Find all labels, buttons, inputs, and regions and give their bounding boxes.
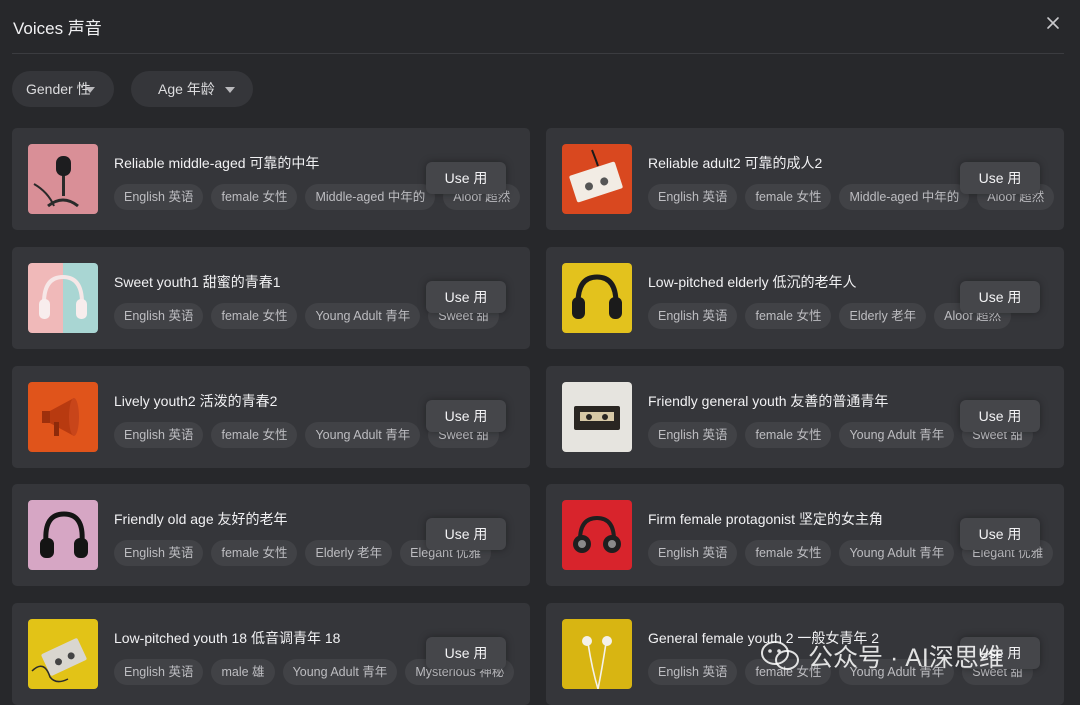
voice-card: Low-pitched youth 18 低音调青年 18 English 英语… bbox=[12, 603, 530, 705]
chevron-down-icon bbox=[224, 86, 235, 93]
headphones-image bbox=[562, 500, 632, 570]
voice-card: Friendly old age 友好的老年 English 英语 female… bbox=[12, 484, 530, 586]
headphones-image bbox=[562, 263, 632, 333]
voice-card: Sweet youth1 甜蜜的青春1 English 英语 female 女性… bbox=[12, 247, 530, 349]
microphone-image bbox=[28, 144, 98, 214]
voice-name: Sweet youth1 甜蜜的青春1 bbox=[114, 274, 281, 290]
voice-tag: English 英语 bbox=[648, 659, 738, 685]
voice-tag: female 女性 bbox=[745, 303, 832, 329]
voice-tag: English 英语 bbox=[648, 303, 738, 329]
voice-name: Friendly old age 友好的老年 bbox=[114, 511, 288, 527]
cassette-image bbox=[562, 382, 632, 452]
voice-tag: English 英语 bbox=[114, 540, 204, 566]
voice-tag: Middle-aged 中年的 bbox=[305, 184, 436, 210]
use-voice-button[interactable]: Use 用 bbox=[426, 637, 506, 669]
use-voice-button[interactable]: Use 用 bbox=[426, 162, 506, 194]
voice-name: Friendly general youth 友善的普通青年 bbox=[648, 393, 889, 409]
voice-tags: English 英语 female 女性 Elderly 老年 Aloof 超然 bbox=[648, 303, 1012, 329]
voice-tag: female 女性 bbox=[211, 303, 298, 329]
use-voice-button[interactable]: Use 用 bbox=[960, 518, 1040, 550]
header-divider bbox=[12, 53, 1064, 54]
chevron-down-icon bbox=[84, 86, 95, 93]
cassette-image bbox=[28, 619, 98, 689]
voice-tag: English 英语 bbox=[648, 184, 738, 210]
voice-tag: Elderly 老年 bbox=[839, 303, 927, 329]
voice-tag: English 英语 bbox=[114, 659, 204, 685]
wechat-icon bbox=[760, 640, 802, 677]
voice-card: Reliable adult2 可靠的成人2 English 英语 female… bbox=[546, 128, 1064, 230]
voice-name: Low-pitched elderly 低沉的老年人 bbox=[648, 274, 857, 290]
voice-card: Reliable middle-aged 可靠的中年 English 英语 fe… bbox=[12, 128, 530, 230]
use-voice-button[interactable]: Use 用 bbox=[960, 281, 1040, 313]
gender-filter-label: Gender 性 bbox=[26, 81, 91, 97]
close-icon[interactable] bbox=[1044, 14, 1062, 32]
voice-name: Reliable middle-aged 可靠的中年 bbox=[114, 155, 320, 171]
use-voice-button[interactable]: Use 用 bbox=[960, 162, 1040, 194]
voice-card: Friendly general youth 友善的普通青年 English 英… bbox=[546, 366, 1064, 468]
voice-name: Lively youth2 活泼的青春2 bbox=[114, 393, 278, 409]
use-voice-button[interactable]: Use 用 bbox=[426, 281, 506, 313]
voice-tag: English 英语 bbox=[114, 422, 204, 448]
voice-name: Reliable adult2 可靠的成人2 bbox=[648, 155, 823, 171]
dialog-header: Voices 声音 bbox=[0, 0, 1080, 52]
headphones-image bbox=[28, 263, 98, 333]
voice-tag: female 女性 bbox=[745, 422, 832, 448]
voice-tag: female 女性 bbox=[211, 184, 298, 210]
megaphone-image bbox=[28, 382, 98, 452]
voice-tag: male 雄 bbox=[211, 659, 275, 685]
earphones-image bbox=[562, 619, 632, 689]
voice-tag: female 女性 bbox=[745, 184, 832, 210]
voice-tag: female 女性 bbox=[211, 422, 298, 448]
voice-tag: Young Adult 青年 bbox=[305, 303, 421, 329]
watermark: 公众号 · AI深思维 bbox=[760, 636, 1060, 676]
voice-tag: Elderly 老年 bbox=[305, 540, 393, 566]
voice-tag: Young Adult 青年 bbox=[305, 422, 421, 448]
voice-tag: English 英语 bbox=[114, 184, 204, 210]
voice-card: Firm female protagonist 坚定的女主角 English 英… bbox=[546, 484, 1064, 586]
voice-tag: Young Adult 青年 bbox=[839, 422, 955, 448]
age-filter-label: Age 年龄 bbox=[158, 81, 215, 97]
voice-name: Low-pitched youth 18 低音调青年 18 bbox=[114, 630, 341, 646]
voice-tag: Young Adult 青年 bbox=[282, 659, 398, 685]
voice-tag: English 英语 bbox=[648, 540, 738, 566]
voice-tag: Middle-aged 中年的 bbox=[839, 184, 970, 210]
headphones-image bbox=[28, 500, 98, 570]
watermark-text: 公众号 · AI深思维 bbox=[808, 644, 1004, 672]
voice-card: Low-pitched elderly 低沉的老年人 English 英语 fe… bbox=[546, 247, 1064, 349]
age-filter-dropdown[interactable]: Age 年龄 bbox=[131, 71, 253, 107]
voice-tag: Young Adult 青年 bbox=[839, 540, 955, 566]
dialog-title: Voices 声音 bbox=[13, 19, 102, 38]
voice-tag: female 女性 bbox=[745, 540, 832, 566]
gender-filter-dropdown[interactable]: Gender 性 bbox=[12, 71, 114, 107]
cassette-image bbox=[562, 144, 632, 214]
voice-name: Firm female protagonist 坚定的女主角 bbox=[648, 511, 883, 527]
voice-tag: English 英语 bbox=[648, 422, 738, 448]
use-voice-button[interactable]: Use 用 bbox=[960, 400, 1040, 432]
voice-tag: female 女性 bbox=[211, 540, 298, 566]
voice-card: Lively youth2 活泼的青春2 English 英语 female 女… bbox=[12, 366, 530, 468]
voice-tag: English 英语 bbox=[114, 303, 204, 329]
use-voice-button[interactable]: Use 用 bbox=[426, 400, 506, 432]
use-voice-button[interactable]: Use 用 bbox=[426, 518, 506, 550]
